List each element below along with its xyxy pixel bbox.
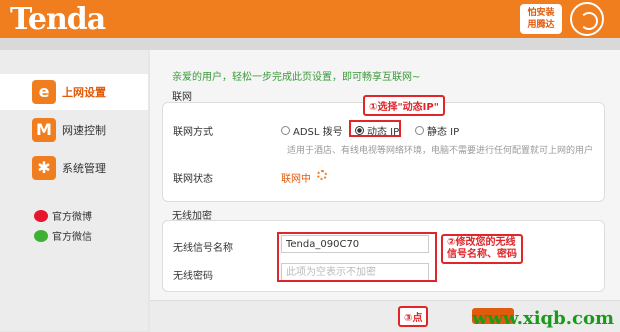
dynamic-ip-hint: 适用于酒店、有线电视等网络环境，电脑不需要进行任何配置就可上网的用户 xyxy=(287,146,594,156)
ssid-label: 无线信号名称 xyxy=(173,243,233,254)
welcome-text: 亲爱的用户，轻松一步完成此页设置，即可畅享互联网~ xyxy=(172,72,421,83)
step2-line-2: 信号名称、密码 xyxy=(447,249,517,260)
radio-label: ADSL 拨号 xyxy=(293,127,343,138)
header-subbar xyxy=(0,38,620,50)
status-value: 联网中 xyxy=(281,174,311,185)
step1-callout: ①选择"动态IP" xyxy=(363,95,445,116)
main-content: 亲爱的用户，轻松一步完成此页设置，即可畅享互联网~ 联网 联网方式 ADSL 拨… xyxy=(150,50,620,332)
network-section-title: 联网 xyxy=(172,92,192,103)
weibo-icon xyxy=(34,209,48,222)
sidebar-item-label: 上网设置 xyxy=(62,86,106,99)
dynamic-ip-highlight xyxy=(349,120,401,137)
tenda-logo: Tenda xyxy=(10,2,106,37)
connection-type-label: 联网方式 xyxy=(173,127,213,138)
badge-line-1: 怕安装 xyxy=(527,8,555,18)
loading-spinner-icon xyxy=(317,170,327,180)
password-label: 无线密码 xyxy=(173,271,213,282)
radio-adsl[interactable]: ADSL 拨号 xyxy=(281,123,343,138)
brand-emblem-icon xyxy=(570,2,604,36)
step2-line-1: ②修改您的无线 xyxy=(447,237,516,248)
radio-button[interactable] xyxy=(415,126,424,135)
official-weibo-link[interactable]: 官方微博 xyxy=(34,208,92,223)
wireless-highlight xyxy=(277,232,437,282)
status-label: 联网状态 xyxy=(173,174,213,185)
step2-callout: ②修改您的无线 信号名称、密码 xyxy=(441,234,523,264)
badge-line-2: 用腾达 xyxy=(527,20,555,30)
network-panel: 联网方式 ADSL 拨号 动态 IP 静态 IP 适用于酒店、有线电视等网络环境… xyxy=(162,102,605,202)
internet-icon: e xyxy=(32,80,56,104)
radio-label: 静态 IP xyxy=(427,127,460,138)
speed-icon: M xyxy=(32,118,56,142)
wechat-icon xyxy=(34,229,48,242)
sidebar-item-speed-control[interactable]: M 网速控制 xyxy=(0,112,148,148)
header-bar: Tenda 怕安装 用腾达 xyxy=(0,0,620,38)
official-wechat-link[interactable]: 官方微信 xyxy=(34,228,92,243)
sidebar-item-label: 网速控制 xyxy=(62,124,106,137)
sidebar: e 上网设置 M 网速控制 ✱ 系统管理 官方微博 官方微信 xyxy=(0,50,148,331)
sidebar-item-internet-settings[interactable]: e 上网设置 xyxy=(0,74,148,110)
sidebar-item-system-management[interactable]: ✱ 系统管理 xyxy=(0,150,148,186)
gear-icon: ✱ xyxy=(32,156,56,180)
radio-button[interactable] xyxy=(281,126,290,135)
sidebar-item-label: 系统管理 xyxy=(62,162,106,175)
site-watermark: www.xiqb.com xyxy=(472,308,614,329)
radio-static-ip[interactable]: 静态 IP xyxy=(415,123,459,138)
social-label: 官方微博 xyxy=(52,212,92,223)
social-label: 官方微信 xyxy=(52,232,92,243)
slogan-badge: 怕安装 用腾达 xyxy=(520,4,562,34)
step3-callout: ③点 xyxy=(398,306,429,327)
